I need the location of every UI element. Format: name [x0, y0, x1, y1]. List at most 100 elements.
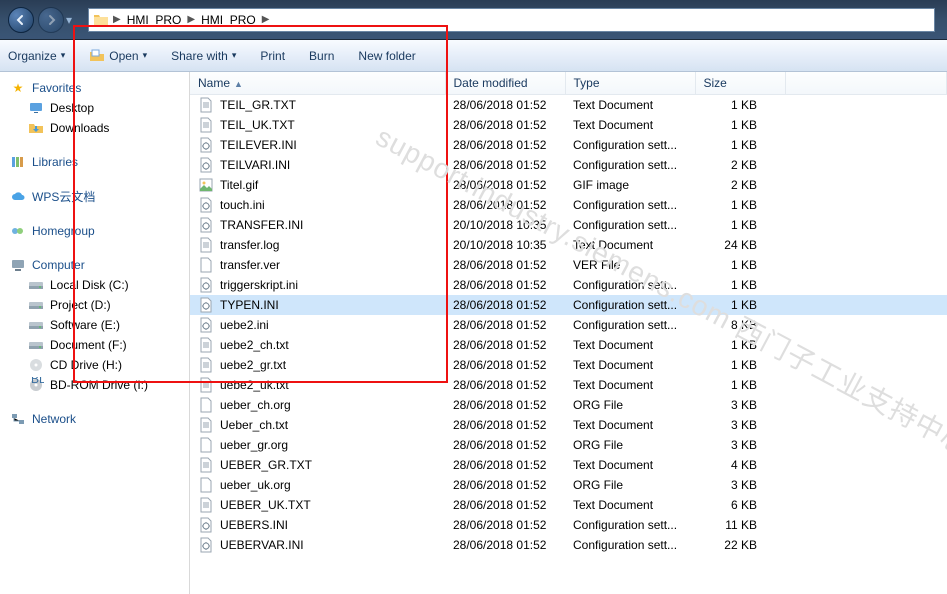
col-name[interactable]: Name▲ [190, 72, 445, 95]
breadcrumb-item[interactable]: HMI_PRO [125, 13, 184, 27]
file-type: Text Document [565, 415, 695, 435]
file-row[interactable]: UEBER_UK.TXT28/06/2018 01:52Text Documen… [190, 495, 947, 515]
back-button[interactable] [8, 7, 34, 33]
file-row[interactable]: uebe2_gr.txt28/06/2018 01:52Text Documen… [190, 355, 947, 375]
network-group[interactable]: Network [0, 409, 189, 429]
file-date: 28/06/2018 01:52 [445, 295, 565, 315]
organize-menu[interactable]: Organize [8, 49, 65, 63]
drive-icon [28, 337, 44, 353]
sidebar-item[interactable]: Downloads [0, 118, 189, 138]
file-name: TEIL_GR.TXT [220, 98, 296, 112]
file-size: 1 KB [695, 135, 785, 155]
sidebar-item[interactable]: Desktop [0, 98, 189, 118]
file-size: 24 KB [695, 235, 785, 255]
file-type: GIF image [565, 175, 695, 195]
history-dropdown[interactable]: ▾ [66, 10, 80, 30]
file-size: 1 KB [695, 95, 785, 116]
file-date: 28/06/2018 01:52 [445, 355, 565, 375]
file-icon [198, 237, 214, 253]
file-icon [198, 137, 214, 153]
file-row[interactable]: TRANSFER.INI20/10/2018 10:35Configuratio… [190, 215, 947, 235]
file-date: 28/06/2018 01:52 [445, 335, 565, 355]
file-row[interactable]: uebe2_ch.txt28/06/2018 01:52Text Documen… [190, 335, 947, 355]
sidebar-item-drive[interactable]: Local Disk (C:) [0, 275, 189, 295]
file-type: ORG File [565, 435, 695, 455]
file-row[interactable]: triggerskript.ini28/06/2018 01:52Configu… [190, 275, 947, 295]
breadcrumb-item[interactable]: HMI_PRO [199, 13, 258, 27]
favorites-label: Favorites [32, 81, 81, 95]
file-row[interactable]: ueber_uk.org28/06/2018 01:52ORG File3 KB [190, 475, 947, 495]
file-date: 28/06/2018 01:52 [445, 395, 565, 415]
sidebar-item-drive[interactable]: Software (E:) [0, 315, 189, 335]
sidebar-item-drive[interactable]: BDBD-ROM Drive (I:) [0, 375, 189, 395]
homegroup-group[interactable]: Homegroup [0, 221, 189, 241]
network-icon [10, 411, 26, 427]
col-date[interactable]: Date modified [445, 72, 565, 95]
file-row[interactable]: ueber_ch.org28/06/2018 01:52ORG File3 KB [190, 395, 947, 415]
open-icon [89, 48, 105, 64]
file-row[interactable]: TEILEVER.INI28/06/2018 01:52Configuratio… [190, 135, 947, 155]
drive-icon [28, 297, 44, 313]
file-row[interactable]: uebe2_uk.txt28/06/2018 01:52Text Documen… [190, 375, 947, 395]
file-name: Titel.gif [220, 178, 258, 192]
file-date: 28/06/2018 01:52 [445, 515, 565, 535]
file-date: 20/10/2018 10:35 [445, 215, 565, 235]
file-size: 1 KB [695, 335, 785, 355]
file-row[interactable]: TYPEN.INI28/06/2018 01:52Configuration s… [190, 295, 947, 315]
file-icon [198, 117, 214, 133]
file-row[interactable]: TEIL_UK.TXT28/06/2018 01:52Text Document… [190, 115, 947, 135]
wps-label: WPS云文档 [32, 188, 95, 205]
file-icon [198, 177, 214, 193]
file-size: 2 KB [695, 175, 785, 195]
file-row[interactable]: UEBERS.INI28/06/2018 01:52Configuration … [190, 515, 947, 535]
file-icon [198, 277, 214, 293]
sidebar-item-label: Downloads [50, 121, 109, 135]
computer-group[interactable]: Computer [0, 255, 189, 275]
drive-icon [28, 277, 44, 293]
file-size: 1 KB [695, 375, 785, 395]
file-row[interactable]: ueber_gr.org28/06/2018 01:52ORG File3 KB [190, 435, 947, 455]
file-row[interactable]: transfer.ver28/06/2018 01:52VER File1 KB [190, 255, 947, 275]
open-button[interactable]: Open [89, 48, 147, 64]
file-size: 1 KB [695, 115, 785, 135]
wps-group[interactable]: WPS云文档 [0, 186, 189, 207]
file-date: 28/06/2018 01:52 [445, 415, 565, 435]
file-row[interactable]: UEBER_GR.TXT28/06/2018 01:52Text Documen… [190, 455, 947, 475]
file-row[interactable]: touch.ini28/06/2018 01:52Configuration s… [190, 195, 947, 215]
address-bar[interactable]: ▶ HMI_PRO ▶ HMI_PRO ▶ [88, 8, 935, 32]
file-row[interactable]: Ueber_ch.txt28/06/2018 01:52Text Documen… [190, 415, 947, 435]
file-date: 28/06/2018 01:52 [445, 195, 565, 215]
command-bar: Organize Open Share with Print Burn New … [0, 40, 947, 72]
file-row[interactable]: UEBERVAR.INI28/06/2018 01:52Configuratio… [190, 535, 947, 555]
libraries-group[interactable]: Libraries [0, 152, 189, 172]
sidebar-item-drive[interactable]: Project (D:) [0, 295, 189, 315]
sidebar-item-label: Local Disk (C:) [50, 278, 129, 292]
favorites-group[interactable]: ★ Favorites [0, 78, 189, 98]
file-date: 28/06/2018 01:52 [445, 275, 565, 295]
file-size: 1 KB [695, 195, 785, 215]
file-row[interactable]: uebe2.ini28/06/2018 01:52Configuration s… [190, 315, 947, 335]
sidebar-item-drive[interactable]: Document (F:) [0, 335, 189, 355]
file-date: 28/06/2018 01:52 [445, 375, 565, 395]
new-folder-button[interactable]: New folder [358, 49, 415, 63]
forward-button[interactable] [38, 7, 64, 33]
file-icon [198, 377, 214, 393]
file-icon [198, 257, 214, 273]
file-size: 1 KB [695, 255, 785, 275]
file-row[interactable]: Titel.gif28/06/2018 01:52GIF image2 KB [190, 175, 947, 195]
file-row[interactable]: TEILVARI.INI28/06/2018 01:52Configuratio… [190, 155, 947, 175]
col-size[interactable]: Size [695, 72, 785, 95]
file-icon [198, 317, 214, 333]
file-row[interactable]: transfer.log20/10/2018 10:35Text Documen… [190, 235, 947, 255]
file-row[interactable]: TEIL_GR.TXT28/06/2018 01:52Text Document… [190, 95, 947, 116]
star-icon: ★ [10, 80, 26, 96]
file-type: Configuration sett... [565, 315, 695, 335]
share-menu[interactable]: Share with [171, 49, 236, 63]
print-button[interactable]: Print [260, 49, 285, 63]
col-type[interactable]: Type [565, 72, 695, 95]
file-icon [198, 217, 214, 233]
file-size: 4 KB [695, 455, 785, 475]
sidebar-item-drive[interactable]: CD Drive (H:) [0, 355, 189, 375]
sidebar-item-label: Document (F:) [50, 338, 127, 352]
burn-button[interactable]: Burn [309, 49, 334, 63]
